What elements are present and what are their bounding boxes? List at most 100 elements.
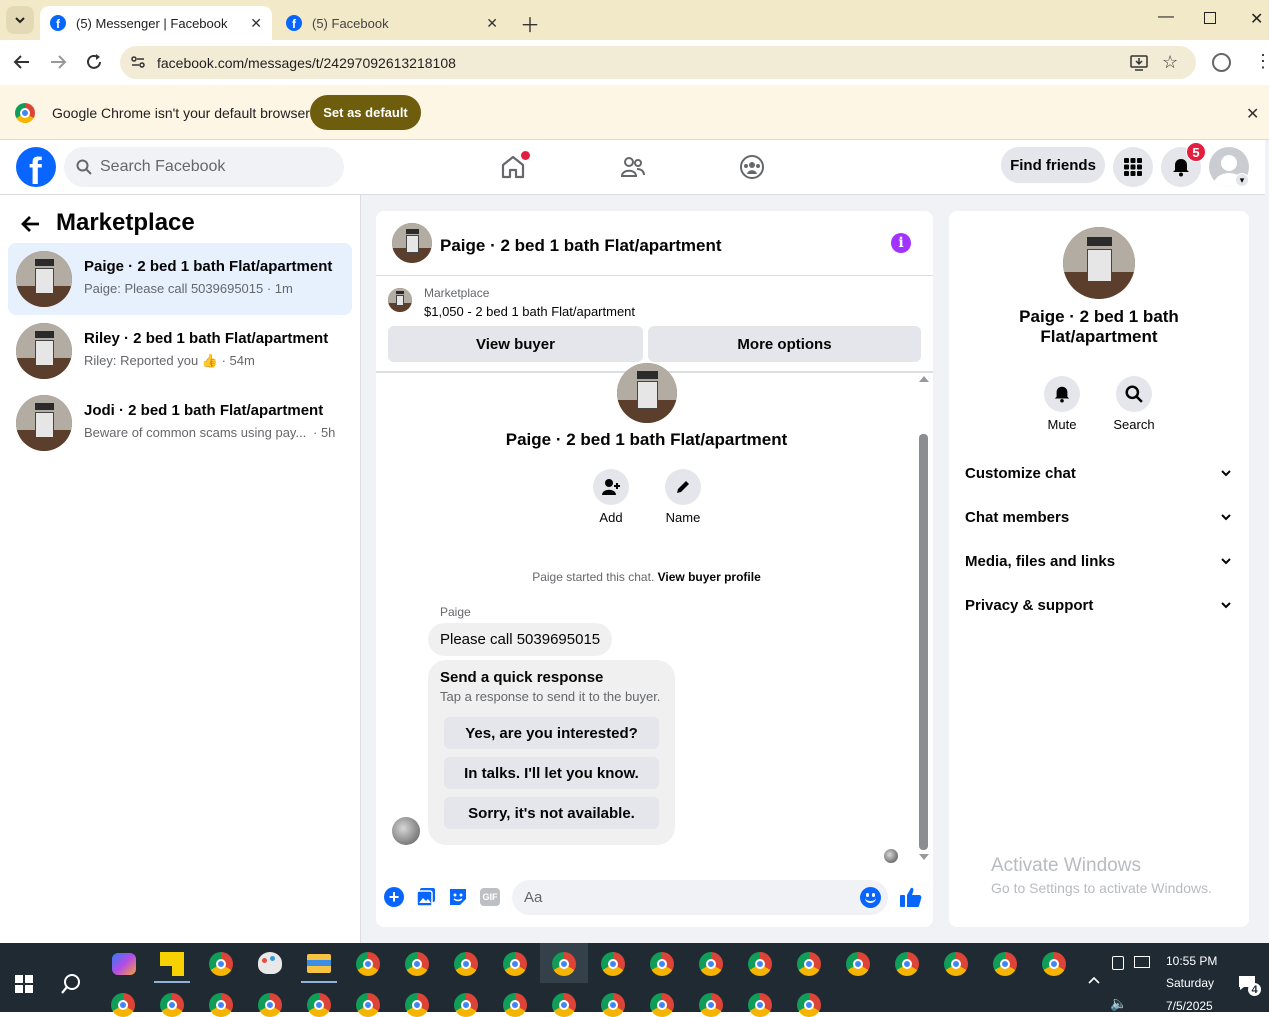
copilot-icon[interactable] [112, 953, 136, 975]
chrome-profile-icon[interactable] [846, 952, 870, 976]
set-as-default-button[interactable]: Set as default [310, 95, 421, 130]
scrollbar[interactable] [916, 374, 933, 864]
close-icon[interactable]: ✕ [486, 15, 498, 32]
chat-avatar[interactable] [392, 223, 432, 263]
chrome-profile-icon[interactable] [307, 993, 331, 1017]
facebook-logo[interactable]: f [16, 147, 56, 187]
meet-now-icon[interactable] [1112, 956, 1124, 970]
chrome-profile-icon[interactable] [209, 993, 233, 1017]
restore-button[interactable] [1204, 12, 1216, 24]
profile-icon[interactable] [1212, 53, 1231, 72]
chrome-icon[interactable] [209, 952, 233, 976]
chrome-profile-icon[interactable] [552, 993, 576, 1017]
menu-button[interactable] [1113, 147, 1153, 187]
back-button[interactable] [12, 52, 32, 72]
browser-tab-messenger[interactable]: f (5) Messenger | Facebook ✕ [40, 6, 272, 40]
minimize-button[interactable]: — [1158, 8, 1174, 26]
chat-title[interactable]: Paige · 2 bed 1 bath Flat/apartment [440, 236, 722, 256]
quick-response-button[interactable]: In talks. I'll let you know. [444, 757, 659, 789]
chrome-profile-icon[interactable] [405, 993, 429, 1017]
back-button[interactable] [20, 213, 42, 235]
forward-button[interactable] [48, 52, 68, 72]
close-window-button[interactable]: ✕ [1250, 9, 1263, 29]
scroll-down-arrow[interactable] [919, 854, 929, 860]
address-bar[interactable]: facebook.com/messages/t/2429709261321810… [120, 46, 1196, 79]
conversation-item[interactable]: Jodi · 2 bed 1 bath Flat/apartment Bewar… [8, 387, 352, 459]
chrome-profile-icon[interactable] [650, 952, 674, 976]
network-icon[interactable] [1134, 956, 1150, 968]
view-buyer-button[interactable]: View buyer [388, 326, 643, 362]
taskbar-search-button[interactable] [60, 973, 82, 995]
profile-avatar[interactable] [617, 363, 677, 423]
chrome-profile-icon[interactable] [111, 993, 135, 1017]
new-tab-button[interactable]: ＋ [520, 9, 540, 38]
chrome-profile-icon[interactable] [601, 952, 625, 976]
scroll-thumb[interactable] [919, 434, 928, 850]
chrome-profile-icon[interactable] [160, 993, 184, 1017]
browser-tab-facebook[interactable]: f (5) Facebook ✕ [276, 6, 508, 40]
close-icon[interactable]: ✕ [250, 15, 262, 32]
chrome-profile-icon[interactable] [601, 993, 625, 1017]
sticker-icon[interactable] [448, 887, 468, 907]
chrome-profile-icon[interactable] [797, 993, 821, 1017]
chrome-profile-icon[interactable] [356, 993, 380, 1017]
bookmark-star-icon[interactable]: ☆ [1162, 52, 1178, 73]
photo-icon[interactable] [416, 887, 436, 907]
search-in-chat-button[interactable] [1116, 376, 1152, 412]
message-bubble[interactable]: Please call 5039695015 [428, 623, 613, 656]
chrome-profile-icon[interactable] [356, 952, 380, 976]
customize-chat-row[interactable]: Customize chat [965, 451, 1233, 495]
more-actions-icon[interactable]: + [384, 887, 404, 907]
info-icon[interactable]: i [891, 233, 911, 253]
chrome-profile-icon[interactable] [454, 993, 478, 1017]
quick-response-button[interactable]: Yes, are you interested? [444, 717, 659, 749]
message-input[interactable]: Aa [512, 880, 888, 915]
chrome-profile-icon[interactable] [552, 952, 576, 976]
close-icon[interactable]: ✕ [1246, 104, 1259, 124]
mute-button[interactable] [1044, 376, 1080, 412]
chrome-profile-icon[interactable] [503, 952, 527, 976]
chrome-profile-icon[interactable] [748, 952, 772, 976]
chrome-profile-icon[interactable] [993, 952, 1017, 976]
edit-name-button[interactable] [665, 469, 701, 505]
reload-button[interactable] [84, 52, 104, 72]
conversation-item[interactable]: Riley · 2 bed 1 bath Flat/apartment Rile… [8, 315, 352, 387]
nav-home[interactable] [500, 151, 530, 180]
clock-day[interactable]: Saturday [1166, 976, 1214, 990]
install-app-icon[interactable] [1130, 54, 1148, 71]
chrome-profile-icon[interactable] [699, 952, 723, 976]
chrome-profile-icon[interactable] [797, 952, 821, 976]
chrome-profile-icon[interactable] [748, 993, 772, 1017]
clock-date[interactable]: 7/5/2025 [1166, 999, 1213, 1013]
scroll-up-arrow[interactable] [919, 376, 929, 382]
chrome-profile-icon[interactable] [1042, 952, 1066, 976]
nav-groups[interactable] [739, 154, 765, 180]
show-hidden-icons-chevron[interactable] [1087, 975, 1101, 985]
profile-avatar[interactable] [1063, 227, 1135, 299]
chrome-profile-icon[interactable] [503, 993, 527, 1017]
emoji-icon[interactable] [860, 887, 881, 908]
paint-icon[interactable] [258, 952, 282, 974]
chrome-profile-icon[interactable] [258, 993, 282, 1017]
nav-friends[interactable] [620, 154, 646, 180]
more-options-button[interactable]: More options [648, 326, 921, 362]
site-info-icon[interactable] [130, 54, 146, 70]
start-button[interactable] [15, 975, 33, 993]
chrome-profile-icon[interactable] [699, 993, 723, 1017]
clock-time[interactable]: 10:55 PM [1166, 954, 1217, 968]
tab-search-button[interactable] [6, 6, 34, 34]
chrome-profile-icon[interactable] [454, 952, 478, 976]
chat-members-row[interactable]: Chat members [965, 495, 1233, 539]
listing-title[interactable]: $1,050 - 2 bed 1 bath Flat/apartment [424, 304, 635, 319]
quick-response-button[interactable]: Sorry, it's not available. [444, 797, 659, 829]
sticky-notes-icon[interactable] [160, 952, 184, 976]
chevron-down-icon[interactable]: ▾ [1235, 173, 1249, 187]
file-explorer-icon[interactable] [307, 954, 331, 973]
chrome-profile-icon[interactable] [895, 952, 919, 976]
chrome-profile-icon[interactable] [944, 952, 968, 976]
like-button[interactable] [899, 885, 923, 909]
media-files-links-row[interactable]: Media, files and links [965, 539, 1233, 583]
listing-thumbnail[interactable] [388, 288, 412, 312]
volume-icon[interactable]: 🔈 [1110, 995, 1127, 1012]
menu-kebab-icon[interactable]: ⋮ [1254, 52, 1269, 70]
